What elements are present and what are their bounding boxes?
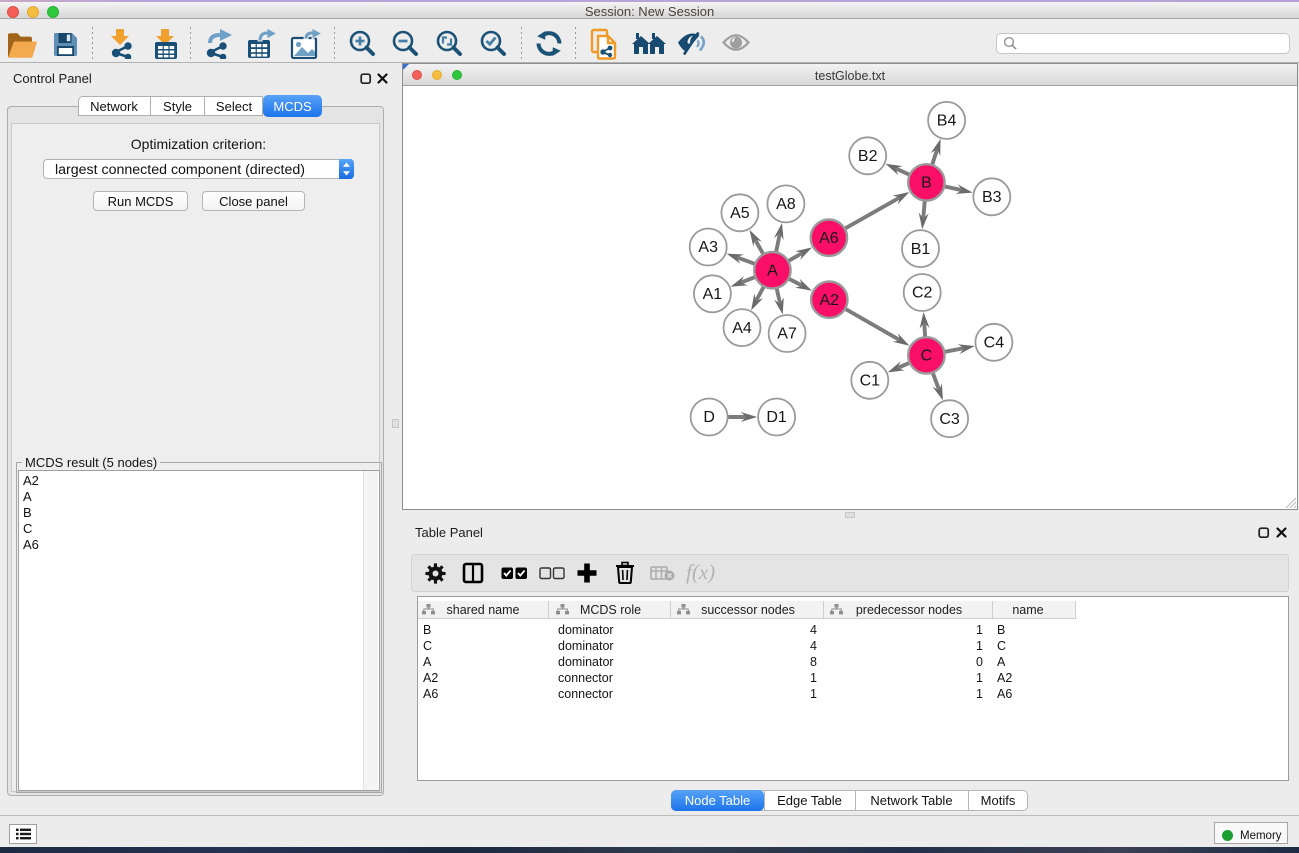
- svg-text:A1: A1: [703, 286, 723, 303]
- svg-text:A7: A7: [777, 326, 797, 343]
- svg-text:B: B: [921, 175, 932, 192]
- svg-text:A5: A5: [730, 205, 750, 222]
- svg-text:A4: A4: [732, 320, 752, 337]
- svg-text:B1: B1: [911, 241, 931, 258]
- svg-text:B4: B4: [937, 113, 957, 130]
- svg-text:D1: D1: [766, 409, 787, 426]
- svg-text:C3: C3: [939, 411, 960, 428]
- svg-text:A2: A2: [820, 292, 840, 309]
- svg-text:D: D: [703, 409, 715, 426]
- svg-text:C1: C1: [860, 373, 881, 390]
- svg-text:A8: A8: [776, 196, 796, 213]
- svg-text:B2: B2: [858, 148, 878, 165]
- svg-text:C: C: [921, 348, 933, 365]
- svg-text:A: A: [767, 262, 778, 279]
- svg-text:C2: C2: [912, 285, 933, 302]
- svg-text:C4: C4: [984, 335, 1005, 352]
- svg-text:A3: A3: [698, 239, 718, 256]
- svg-text:B3: B3: [982, 189, 1002, 206]
- svg-text:A6: A6: [819, 230, 839, 247]
